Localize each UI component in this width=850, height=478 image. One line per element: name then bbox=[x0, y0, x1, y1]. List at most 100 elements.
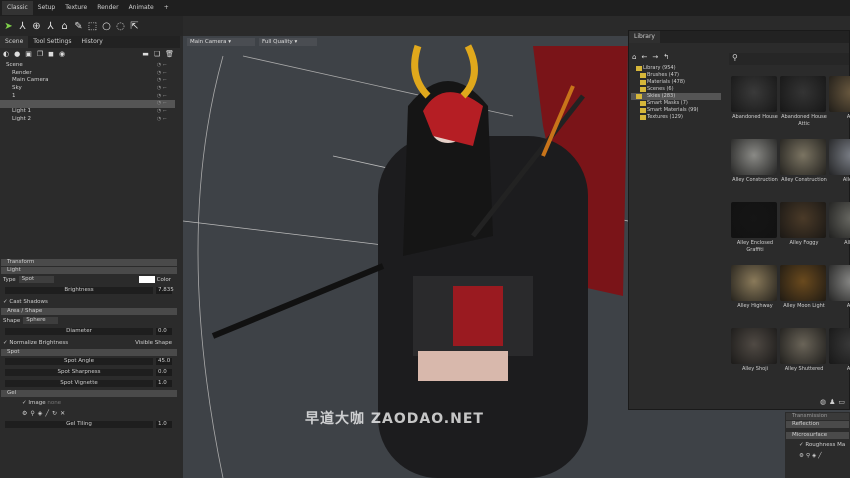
delete-icon[interactable]: 🗑 bbox=[165, 50, 174, 58]
tab-scene[interactable]: Scene bbox=[0, 36, 29, 48]
lasso-icon[interactable]: ◌ bbox=[115, 21, 126, 32]
tab-history[interactable]: History bbox=[76, 36, 107, 48]
visible-shape-checkbox[interactable]: Visible Shape bbox=[135, 340, 172, 346]
picker-icon[interactable]: ✎ bbox=[73, 21, 84, 32]
diameter-value[interactable]: 0.0 bbox=[156, 328, 172, 335]
visibility-icon[interactable]: ◔ ⌐ bbox=[157, 77, 167, 85]
back-icon[interactable]: ← bbox=[641, 53, 647, 61]
library-item[interactable]: Alley Foggy bbox=[780, 202, 828, 265]
library-item[interactable]: Alley Highway bbox=[731, 265, 779, 328]
add-object-icon[interactable]: ◐ bbox=[3, 50, 9, 58]
library-tree-skies[interactable]: Skies (283) bbox=[631, 93, 721, 100]
library-tree-materials[interactable]: Materials (478) bbox=[635, 79, 721, 86]
transform-icon[interactable]: ⇱ bbox=[129, 21, 140, 32]
visibility-icon[interactable]: ◔ ⌐ bbox=[157, 108, 167, 116]
spot-angle-value[interactable]: 45.0 bbox=[156, 358, 172, 365]
library-item[interactable]: Alley G bbox=[829, 202, 850, 265]
tree-item-selected-light[interactable]: ◔ ⌐ bbox=[0, 100, 175, 109]
spot-angle-slider[interactable]: Spot Angle bbox=[5, 358, 153, 365]
paint-icon[interactable]: ◈ bbox=[38, 410, 43, 417]
home-icon[interactable]: ⌂ bbox=[632, 53, 636, 61]
tree-item-1[interactable]: 1 ◔ ⌐ bbox=[0, 93, 175, 101]
circle-select-icon[interactable]: ○ bbox=[101, 21, 112, 32]
section-microsurface[interactable]: Microsurface bbox=[786, 432, 849, 439]
library-item[interactable]: Alley Construction bbox=[780, 139, 828, 202]
settings-icon[interactable]: ⚙ bbox=[799, 453, 804, 459]
spot-sharpness-value[interactable]: 0.0 bbox=[156, 369, 172, 376]
visibility-icon[interactable]: ◔ ⌐ bbox=[157, 116, 167, 124]
clear-icon[interactable]: ✕ bbox=[60, 410, 65, 417]
visibility-icon[interactable]: ◔ ⌐ bbox=[157, 85, 167, 93]
tab-library[interactable]: Library bbox=[629, 31, 660, 43]
section-transform[interactable]: Transform bbox=[1, 259, 177, 266]
tree-item-main-camera[interactable]: Main Camera ◔ ⌐ bbox=[0, 77, 175, 85]
library-tree-root[interactable]: Library (954) bbox=[631, 65, 721, 72]
section-transmission[interactable]: Transmission bbox=[786, 413, 849, 420]
tab-render[interactable]: Render bbox=[92, 1, 123, 15]
material-icon[interactable]: ◼ bbox=[48, 50, 54, 58]
library-item[interactable]: Alley Co bbox=[829, 139, 850, 202]
tree-item-light-2[interactable]: Light 2 ◔ ⌐ bbox=[0, 116, 175, 124]
up-icon[interactable]: ↰ bbox=[663, 53, 669, 61]
add-camera-icon[interactable]: ▣ bbox=[25, 50, 32, 58]
spot-sharpness-slider[interactable]: Spot Sharpness bbox=[5, 369, 153, 376]
tab-setup[interactable]: Setup bbox=[33, 1, 60, 15]
section-area-shape[interactable]: Area / Shape bbox=[1, 308, 177, 315]
folder-icon[interactable]: ▬ bbox=[142, 50, 149, 58]
rotate-icon[interactable]: ⊕ bbox=[31, 21, 42, 32]
edit-icon[interactable]: ╱ bbox=[45, 410, 49, 417]
section-spot[interactable]: Spot bbox=[1, 349, 177, 356]
tab-texture[interactable]: Texture bbox=[60, 1, 92, 15]
gel-tiling-value[interactable]: 1.0 bbox=[156, 421, 172, 428]
color-swatch[interactable] bbox=[138, 276, 155, 283]
normalize-brightness-checkbox[interactable]: ✓ Normalize Brightness bbox=[3, 340, 68, 346]
search-icon[interactable]: ⚲ bbox=[30, 410, 34, 417]
library-item[interactable]: Alley Shuttered bbox=[780, 328, 828, 391]
type-dropdown[interactable]: Spot bbox=[18, 276, 54, 283]
duplicate-icon[interactable]: ❏ bbox=[154, 50, 160, 58]
spot-vignette-value[interactable]: 1.0 bbox=[156, 380, 172, 387]
user-icon[interactable]: ♟ bbox=[829, 398, 835, 406]
sphere-icon[interactable]: ◉ bbox=[59, 50, 65, 58]
add-tab-button[interactable]: + bbox=[159, 1, 174, 15]
library-tree-smart-masks[interactable]: Smart Masks (7) bbox=[635, 100, 721, 107]
library-item[interactable]: Alley bbox=[829, 76, 850, 139]
section-light[interactable]: Light bbox=[1, 267, 177, 274]
library-item[interactable]: Abandoned House Attic bbox=[780, 76, 828, 139]
settings-icon[interactable]: ⚙ bbox=[22, 410, 27, 417]
marquee-icon[interactable]: ⬚ bbox=[87, 21, 98, 32]
library-search-input[interactable]: ⚲ bbox=[729, 53, 849, 65]
visibility-icon[interactable]: ◔ ⌐ bbox=[157, 100, 167, 108]
tab-tool-settings[interactable]: Tool Settings bbox=[28, 36, 76, 48]
tree-item-scene[interactable]: Scene ◔ ⌐ bbox=[0, 62, 175, 70]
section-gel[interactable]: Gel bbox=[1, 390, 177, 397]
library-item[interactable]: Alley Enclosed Graffiti bbox=[731, 202, 779, 265]
diameter-slider[interactable]: Diameter bbox=[5, 328, 153, 335]
tree-item-light-1[interactable]: Light 1 ◔ ⌐ bbox=[0, 108, 175, 116]
tab-animate[interactable]: Animate bbox=[124, 1, 159, 15]
paint-icon[interactable]: ◈ bbox=[812, 453, 816, 459]
visibility-icon[interactable]: ◔ ⌐ bbox=[157, 62, 167, 70]
tree-item-render[interactable]: Render ◔ ⌐ bbox=[0, 70, 175, 78]
forward-icon[interactable]: → bbox=[652, 53, 658, 61]
roughness-checkbox[interactable]: ✓ Roughness Ma bbox=[785, 439, 850, 450]
library-item[interactable]: Alley Construction bbox=[731, 139, 779, 202]
visibility-icon[interactable]: ◔ ⌐ bbox=[157, 70, 167, 78]
gel-tiling-slider[interactable]: Gel Tiling bbox=[5, 421, 153, 428]
library-item[interactable]: Alley Moon Light bbox=[780, 265, 828, 328]
brightness-slider[interactable]: Brightness bbox=[5, 287, 153, 294]
image-checkbox[interactable]: ✓ Image none bbox=[22, 400, 61, 406]
brightness-value[interactable]: 7.835 bbox=[156, 287, 174, 294]
move-icon[interactable]: ⅄ bbox=[17, 21, 28, 32]
spot-vignette-slider[interactable]: Spot Vignette bbox=[5, 380, 153, 387]
library-item[interactable]: Abandoned House bbox=[731, 76, 779, 139]
add-light-icon[interactable]: ● bbox=[14, 50, 20, 58]
copy-icon[interactable]: ❐ bbox=[37, 50, 43, 58]
library-tree-scenes[interactable]: Scenes (6) bbox=[635, 86, 721, 93]
library-item[interactable]: Alley bbox=[829, 265, 850, 328]
tab-classic[interactable]: Classic bbox=[2, 1, 33, 15]
edit-icon[interactable]: ╱ bbox=[818, 453, 821, 459]
tree-item-sky[interactable]: Sky ◔ ⌐ bbox=[0, 85, 175, 93]
scale-icon[interactable]: ⅄ bbox=[45, 21, 56, 32]
view-icon[interactable]: ▭ bbox=[838, 398, 845, 406]
